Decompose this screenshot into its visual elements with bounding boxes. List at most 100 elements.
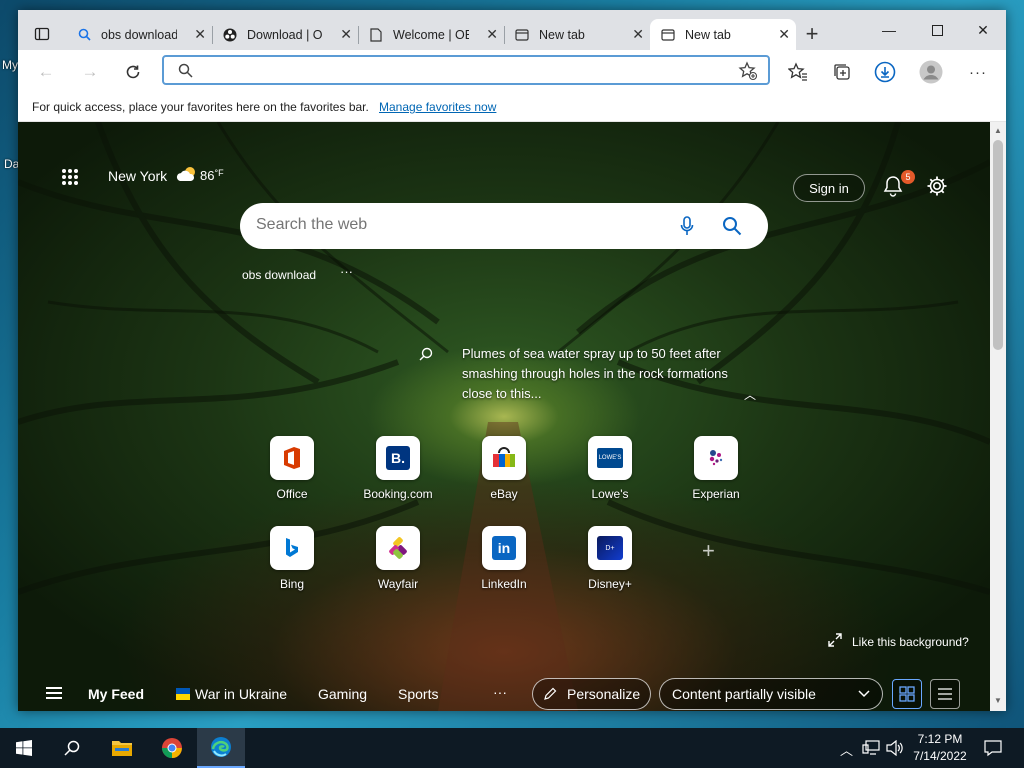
- quick-link-experian[interactable]: Experian: [671, 436, 761, 501]
- weather-city[interactable]: New York: [108, 168, 167, 184]
- chevron-up-icon[interactable]: ︿: [744, 386, 756, 403]
- settings-menu-button[interactable]: ···: [964, 58, 992, 86]
- quick-link-linkedin[interactable]: in LinkedIn: [459, 526, 549, 591]
- close-icon[interactable]: ✕: [194, 26, 206, 43]
- wayfair-icon: [389, 537, 407, 559]
- content-visibility-dropdown[interactable]: Content partially visible: [659, 678, 883, 710]
- close-icon[interactable]: ✕: [778, 26, 790, 43]
- web-search-box[interactable]: [240, 203, 768, 249]
- tab-download-obs[interactable]: Download | OBS ✕: [212, 19, 359, 50]
- scroll-down-arrow-icon[interactable]: ▼: [994, 696, 1002, 705]
- microphone-icon[interactable]: [680, 216, 694, 236]
- favorites-button[interactable]: [784, 58, 812, 86]
- experian-icon: [709, 450, 723, 466]
- forward-button[interactable]: →: [76, 58, 104, 86]
- forward-arrow-icon: →: [81, 62, 99, 81]
- gear-icon[interactable]: [926, 175, 948, 197]
- personalize-button[interactable]: Personalize: [532, 678, 651, 710]
- like-background-link[interactable]: Like this background?: [852, 635, 969, 649]
- close-icon[interactable]: ✕: [486, 26, 498, 43]
- scroll-up-arrow-icon[interactable]: ▲: [994, 126, 1002, 135]
- my-feed-tab[interactable]: My Feed: [88, 686, 144, 702]
- quick-link-bing[interactable]: Bing: [247, 526, 337, 591]
- chrome-button[interactable]: [148, 728, 196, 768]
- folder-icon: [112, 741, 132, 756]
- quick-link-office[interactable]: Office: [247, 436, 337, 501]
- maximize-button[interactable]: [914, 18, 960, 42]
- tab-strip: obs download ✕ Download | OBS ✕ Welcome …: [18, 10, 1006, 50]
- start-button[interactable]: [0, 728, 48, 768]
- quick-link-lowes[interactable]: LOWE'S Lowe's: [565, 436, 655, 501]
- notifications-bell-icon[interactable]: [883, 175, 903, 197]
- grid-view-icon: [899, 686, 915, 702]
- background-caption[interactable]: Plumes of sea water spray up to 50 feet …: [462, 344, 732, 404]
- recent-search[interactable]: obs download: [242, 268, 316, 282]
- add-quick-link-button[interactable]: +: [702, 538, 715, 564]
- quick-link-label: Experian: [692, 487, 740, 501]
- grid-view-button[interactable]: [892, 679, 922, 709]
- page-scrollbar[interactable]: ▲ ▼: [990, 122, 1006, 711]
- network-icon[interactable]: [862, 740, 880, 756]
- web-search-input[interactable]: [256, 216, 656, 234]
- close-icon[interactable]: ✕: [340, 26, 352, 43]
- volume-icon[interactable]: [886, 740, 904, 756]
- feed-tab-gaming[interactable]: Gaming: [318, 686, 367, 702]
- image-search-icon[interactable]: [418, 346, 434, 362]
- close-icon[interactable]: ✕: [632, 26, 644, 43]
- profile-button[interactable]: [917, 58, 945, 86]
- tab-obs-download[interactable]: obs download ✕: [66, 19, 213, 50]
- list-view-button[interactable]: [930, 679, 960, 709]
- chrome-icon: [161, 738, 182, 759]
- feed-more-button[interactable]: ···: [493, 684, 507, 700]
- tab-actions-button[interactable]: [28, 20, 56, 48]
- new-tab-button[interactable]: +: [798, 20, 826, 48]
- address-input[interactable]: [202, 60, 722, 80]
- minimize-button[interactable]: —: [866, 18, 912, 42]
- tab-new-tab-active[interactable]: New tab ✕: [650, 19, 796, 50]
- recent-search-more-button[interactable]: ···: [340, 264, 353, 279]
- address-bar[interactable]: [162, 55, 770, 85]
- quick-link-booking[interactable]: B. Booking.com: [353, 436, 443, 501]
- back-button[interactable]: ←: [32, 58, 60, 86]
- chevron-up-icon[interactable]: ︿: [840, 740, 853, 759]
- quick-link-label: Wayfair: [377, 577, 419, 591]
- linkedin-icon: in: [492, 536, 516, 560]
- taskbar-search-button[interactable]: [48, 728, 96, 768]
- tab-welcome-obs[interactable]: Welcome | OBS ✕: [358, 19, 505, 50]
- sign-in-button[interactable]: Sign in: [793, 174, 865, 202]
- newtab-icon: [660, 27, 676, 43]
- content-visibility-label: Content partially visible: [672, 686, 816, 702]
- collections-icon: [834, 64, 850, 80]
- add-favorite-icon[interactable]: [738, 61, 758, 81]
- collections-button[interactable]: [828, 58, 856, 86]
- expand-icon[interactable]: [828, 633, 842, 647]
- hamburger-menu-icon[interactable]: [46, 687, 62, 699]
- quick-link-disney-plus[interactable]: D+ Disney+: [565, 526, 655, 591]
- refresh-button[interactable]: [119, 58, 147, 86]
- ukraine-flag-icon: [176, 688, 190, 700]
- close-window-button[interactable]: ✕: [960, 18, 1006, 42]
- edge-button[interactable]: [197, 728, 245, 768]
- feed-tab-war-in-ukraine[interactable]: War in Ukraine: [195, 686, 287, 702]
- apps-launcher[interactable]: [62, 169, 78, 185]
- favorites-icon: [788, 62, 807, 81]
- manage-favorites-link[interactable]: Manage favorites now: [379, 100, 496, 114]
- quick-link-label: Booking.com: [363, 487, 433, 501]
- tab-new-tab[interactable]: New tab ✕: [504, 19, 650, 50]
- downloads-button[interactable]: [871, 58, 899, 86]
- quick-link-label: Bing: [279, 577, 305, 591]
- scrollbar-thumb[interactable]: [993, 140, 1003, 350]
- desktop-icon-label[interactable]: My: [2, 58, 18, 72]
- quick-link-label: Lowe's: [591, 487, 629, 501]
- feed-tab-sports[interactable]: Sports: [398, 686, 438, 702]
- search-icon[interactable]: [722, 216, 742, 236]
- quick-link-ebay[interactable]: eBay: [459, 436, 549, 501]
- notification-count-badge: 5: [901, 170, 915, 184]
- weather-temperature[interactable]: 86°F: [200, 168, 224, 183]
- notifications-icon[interactable]: [984, 739, 1002, 757]
- clock[interactable]: 7:12 PM 7/14/2022: [910, 731, 970, 765]
- file-explorer-button[interactable]: [98, 728, 146, 768]
- quick-link-wayfair[interactable]: Wayfair: [353, 526, 443, 591]
- tab-label: obs download: [101, 27, 177, 42]
- partly-cloudy-icon[interactable]: [175, 165, 199, 183]
